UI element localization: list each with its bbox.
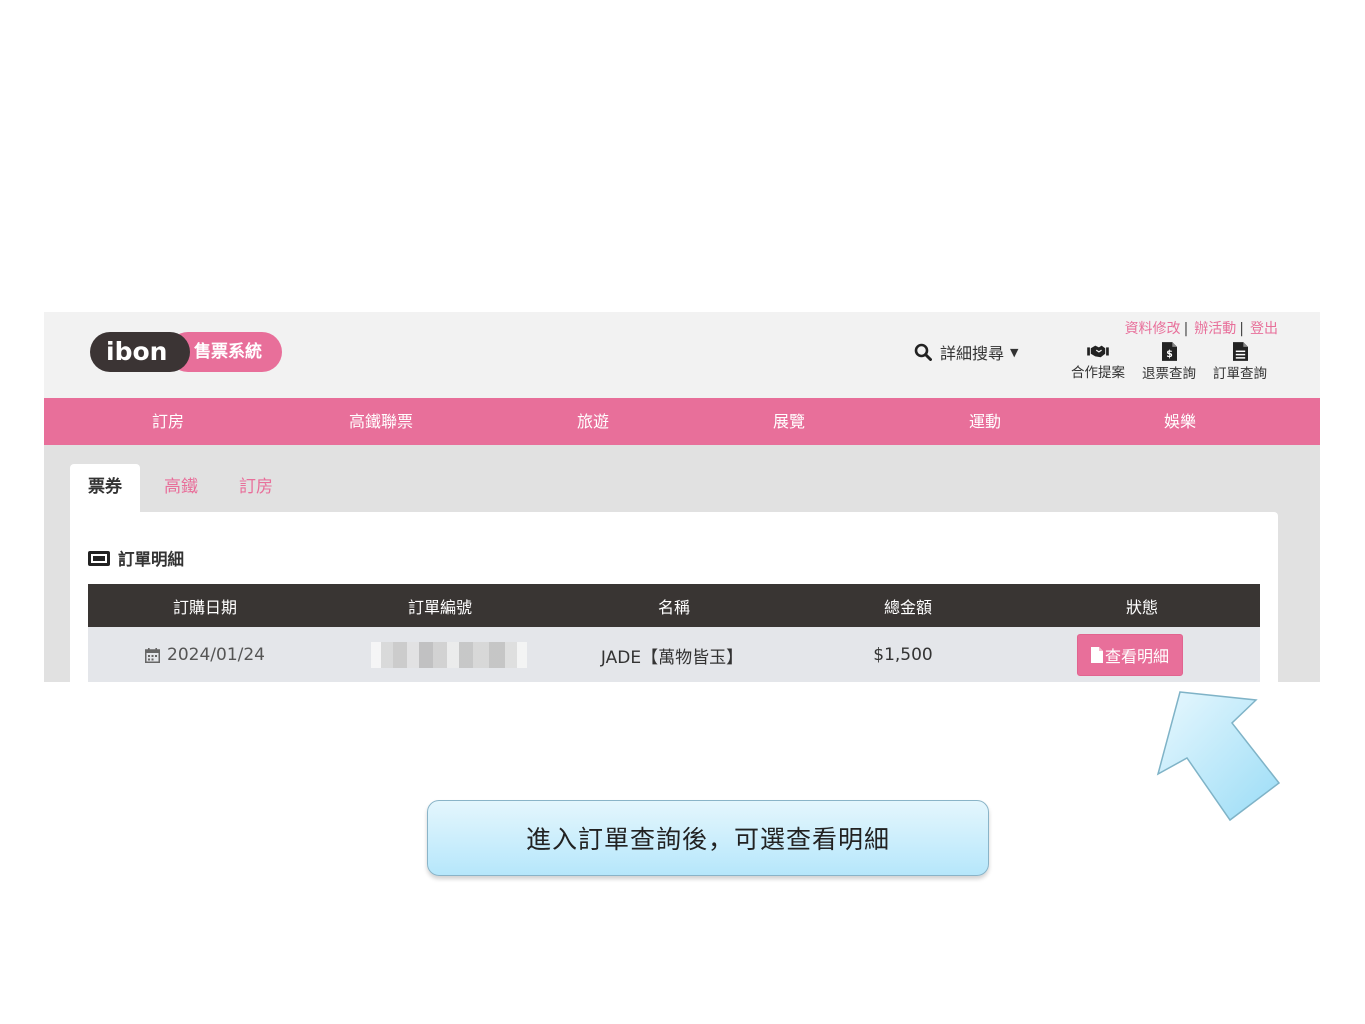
nav-item-sports[interactable]: 運動	[969, 398, 1001, 445]
calendar-icon	[145, 647, 161, 663]
nav-item-travel[interactable]: 旅遊	[577, 398, 609, 445]
header-bar: ibon 售票系統 詳細搜尋 ▼ 資料修改 | 辦活動 | 登出 合作提案 $ …	[44, 312, 1320, 398]
svg-text:$: $	[1166, 349, 1173, 360]
order-number-cell	[371, 627, 527, 682]
order-date-cell: 2024/01/24	[145, 627, 265, 682]
nav-item-hsr-package[interactable]: 高鐵聯票	[349, 398, 413, 445]
document-icon	[1232, 342, 1248, 361]
ibon-logo[interactable]: ibon 售票系統	[90, 332, 282, 372]
separator: |	[1239, 321, 1244, 337]
order-amount: $1,500	[873, 645, 933, 665]
quick-link-label: 退票查詢	[1142, 366, 1196, 382]
logo-text: ibon	[106, 337, 168, 366]
nav-item-exhibition[interactable]: 展覽	[773, 398, 805, 445]
quick-link-partnership[interactable]: 合作提案	[1071, 342, 1125, 381]
quick-link-label: 合作提案	[1071, 365, 1125, 381]
section-title-text: 訂單明細	[118, 550, 184, 569]
column-header-name: 名稱	[657, 597, 691, 617]
search-label: 詳細搜尋	[940, 344, 1005, 363]
handshake-icon	[1087, 345, 1109, 358]
tab-tickets[interactable]: 票券	[70, 464, 140, 512]
event-name: JADE【萬物皆玉】	[600, 647, 744, 668]
column-header-order-no: 訂單編號	[407, 597, 473, 617]
quick-link-orders[interactable]: 訂單查詢	[1213, 342, 1267, 382]
logo-wordmark: ibon	[90, 332, 190, 372]
search-icon	[914, 343, 932, 361]
ibon-screenshot: ibon 售票系統 詳細搜尋 ▼ 資料修改 | 辦活動 | 登出 合作提案 $ …	[44, 312, 1320, 682]
section-title: 訂單明細	[88, 546, 184, 570]
view-details-label: 查看明細	[1104, 647, 1170, 666]
column-header-amount: 總金額	[883, 597, 933, 617]
ticket-icon	[88, 550, 110, 566]
status-cell: 查看明細	[1076, 627, 1184, 682]
account-links: 資料修改 | 辦活動 | 登出	[1125, 318, 1278, 338]
nav-item-entertainment[interactable]: 娛樂	[1164, 398, 1196, 445]
quick-link-label: 訂單查詢	[1213, 366, 1267, 382]
column-header-date: 訂購日期	[172, 597, 238, 617]
file-icon	[1090, 647, 1103, 663]
quick-link-refund[interactable]: $ 退票查詢	[1142, 342, 1196, 382]
tab-hotel[interactable]: 訂房	[239, 464, 273, 512]
column-header-status: 狀態	[1125, 597, 1159, 617]
instruction-text: 進入訂單查詢後，可選查看明細	[525, 825, 890, 854]
nav-item-hotel[interactable]: 訂房	[152, 398, 184, 445]
logout-link[interactable]: 登出	[1250, 321, 1278, 337]
pointer-arrow-icon	[1156, 691, 1281, 822]
caret-down-icon: ▼	[1010, 345, 1019, 359]
order-date: 2024/01/24	[167, 645, 265, 665]
redacted-order-number	[371, 642, 527, 668]
instruction-callout: 進入訂單查詢後，可選查看明細	[427, 800, 989, 876]
edit-profile-link[interactable]: 資料修改	[1125, 321, 1181, 337]
view-details-button[interactable]: 查看明細	[1076, 634, 1184, 676]
order-panel: 訂單明細 訂購日期 訂單編號 名稱 總金額 狀態 2024/01/24 JADE…	[70, 512, 1278, 682]
separator: |	[1183, 321, 1189, 337]
tab-hsr[interactable]: 高鐵	[164, 464, 198, 512]
host-event-link[interactable]: 辦活動	[1194, 321, 1236, 337]
main-navigation: 訂房 高鐵聯票 旅遊 展覽 運動 娛樂	[44, 398, 1320, 445]
table-row: 2024/01/24 JADE【萬物皆玉】 $1,500 查看明細	[88, 627, 1260, 682]
refund-document-icon: $	[1161, 342, 1177, 361]
table-header: 訂購日期 訂單編號 名稱 總金額 狀態	[88, 584, 1260, 627]
advanced-search-dropdown[interactable]: 詳細搜尋 ▼	[914, 340, 1018, 364]
